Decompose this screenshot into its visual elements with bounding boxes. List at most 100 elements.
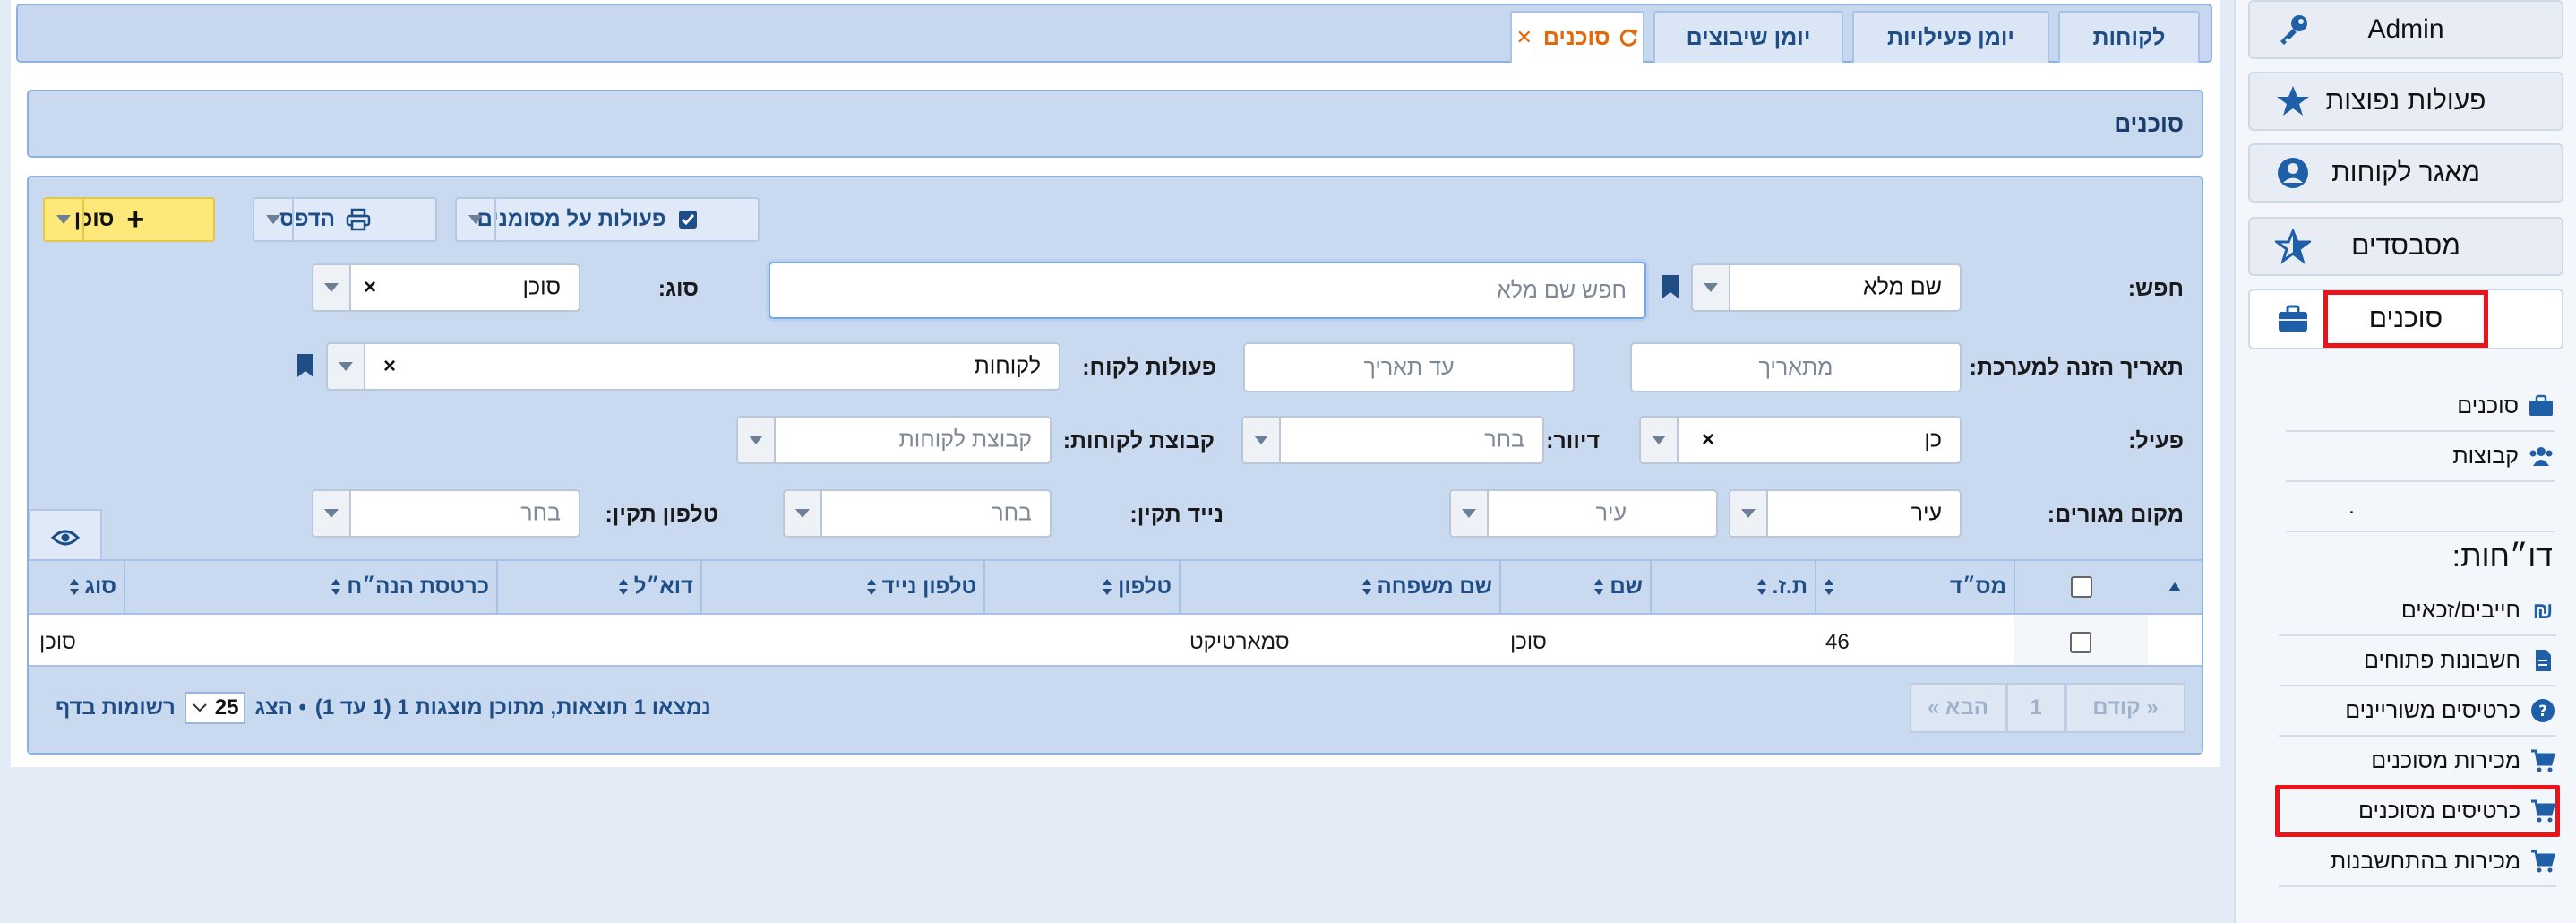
mailing-dropdown[interactable]: [1243, 418, 1281, 462]
per-page-value: 25: [214, 695, 239, 720]
sidebar-subsidized-button[interactable]: מסבסדים: [2248, 217, 2563, 276]
bookmark-icon[interactable]: [1661, 274, 1680, 299]
mobile-valid-dropdown[interactable]: [785, 491, 822, 536]
sidebar-customers-db-button[interactable]: מאגר לקוחות: [2248, 143, 2563, 203]
col-last-name-label: שם משפחה: [1377, 574, 1492, 599]
report-item-debtors[interactable]: ₪ חייבים/זכאים: [2279, 586, 2556, 636]
column-visibility-button[interactable]: [29, 509, 102, 565]
mailing-select[interactable]: בחר: [1241, 416, 1544, 464]
cell-id: 46: [1825, 630, 1850, 654]
col-last-name[interactable]: שם משפחה: [1179, 561, 1499, 613]
select-all-sort[interactable]: [2148, 561, 2202, 613]
tab-customers[interactable]: לקוחות: [2058, 11, 2200, 63]
per-page-select[interactable]: 25: [184, 692, 246, 724]
phone-valid-dropdown[interactable]: [313, 491, 351, 536]
add-agent-dropdown[interactable]: [45, 199, 84, 240]
phone-valid-select[interactable]: בחר: [312, 489, 580, 538]
sidebar: Admin פעולות נפוצות מאגר לקוחות מסבסדים …: [2234, 0, 2576, 923]
submenu-item-groups[interactable]: קבוצות: [2286, 432, 2555, 482]
date-to-input[interactable]: עד תאריך: [1243, 342, 1575, 392]
city-type-select[interactable]: עיר: [1729, 489, 1962, 538]
col-type[interactable]: סוג: [29, 561, 124, 613]
bulk-actions-button[interactable]: פעולות על מסומנים: [455, 197, 760, 242]
cell-phone: [983, 615, 1179, 670]
row-select-cell[interactable]: [2014, 615, 2148, 670]
bulk-actions-dropdown[interactable]: [457, 199, 496, 240]
cell-type: סוכן: [39, 630, 76, 654]
select-all-cell[interactable]: [2014, 561, 2148, 613]
select-all-checkbox[interactable]: [2071, 576, 2092, 598]
table-row[interactable]: 46 סוכן סמארטיקט סוכן: [29, 615, 2202, 672]
clear-icon[interactable]: ×: [1702, 427, 1714, 453]
tab-customers-label: לקוחות: [2092, 24, 2166, 50]
bookmark-icon[interactable]: [296, 353, 315, 378]
prev-page-label: « קודם: [2092, 695, 2159, 720]
type-dropdown[interactable]: [313, 265, 351, 310]
type-select[interactable]: סוכן ×: [312, 263, 580, 312]
search-placeholder: חפש שם מלא: [1497, 277, 1627, 303]
tab-schedule-log[interactable]: יומן שיבוצים: [1653, 11, 1843, 63]
close-icon[interactable]: ✕: [1516, 26, 1532, 49]
report-item-reserved-cards[interactable]: ? כרטיסים משוריינים: [2279, 686, 2556, 737]
group-select[interactable]: קבוצת לקוחות: [736, 416, 1052, 464]
page-title: סוכנים: [27, 90, 2203, 158]
page-number-label: 1: [2030, 695, 2042, 720]
sidebar-common-actions-button[interactable]: פעולות נפוצות: [2248, 72, 2563, 131]
active-select[interactable]: כן ×: [1639, 416, 1962, 464]
active-dropdown[interactable]: [1641, 418, 1679, 462]
print-dropdown[interactable]: [254, 199, 294, 240]
clear-icon[interactable]: ×: [364, 275, 376, 300]
sidebar-admin-label: Admin: [2367, 14, 2444, 44]
chevron-down-icon: [193, 703, 207, 712]
customer-action-select[interactable]: לקוחות ×: [326, 342, 1060, 391]
sidebar-common-actions-label: פעולות נפוצות: [2325, 86, 2486, 116]
customer-action-dropdown[interactable]: [328, 344, 365, 389]
col-id[interactable]: מס״ד: [1815, 561, 2014, 613]
col-first-name[interactable]: שם: [1499, 561, 1650, 613]
submenu-item-dot[interactable]: .: [2286, 482, 2555, 532]
date-from-input[interactable]: מתאריך: [1630, 342, 1962, 392]
tab-agents[interactable]: סוכנים ✕: [1510, 11, 1644, 63]
mailing-placeholder: בחר: [1484, 427, 1524, 453]
col-email[interactable]: דוא״ל: [496, 561, 700, 613]
refresh-icon[interactable]: [1618, 27, 1639, 48]
next-page-button[interactable]: הבא »: [1910, 683, 2006, 733]
search-field-select[interactable]: שם מלא: [1691, 263, 1962, 312]
col-type-label: סוג: [84, 574, 117, 599]
report-item-accounting-sales[interactable]: מכירות בהתחשבנות: [2279, 837, 2556, 887]
sidebar-admin-button[interactable]: Admin: [2248, 0, 2563, 59]
page-number-button[interactable]: 1: [2006, 683, 2065, 733]
customer-action-value: לקוחות: [974, 353, 1041, 379]
document-icon: [2536, 650, 2551, 671]
city-type-dropdown[interactable]: [1730, 491, 1768, 536]
tab-activity-log[interactable]: יומן פעילויות: [1852, 11, 2049, 63]
row-checkbox[interactable]: [2070, 632, 2091, 653]
col-ledger[interactable]: כרטסת הנה״ח: [124, 561, 496, 613]
sidebar-agents-button[interactable]: סוכנים: [2248, 289, 2563, 349]
col-mobile[interactable]: טלפון נייד: [700, 561, 983, 613]
mobile-valid-select[interactable]: בחר: [783, 489, 1052, 538]
cell-mobile: [700, 615, 983, 670]
city-dropdown[interactable]: [1451, 491, 1489, 536]
clear-icon[interactable]: ×: [383, 354, 396, 379]
search-input[interactable]: חפש שם מלא: [769, 262, 1646, 319]
cart-icon: [2531, 749, 2555, 772]
col-tz[interactable]: ת.ז.: [1650, 561, 1815, 613]
search-field-dropdown[interactable]: [1693, 265, 1730, 310]
mailing-label: דיוור:: [1546, 428, 1600, 453]
col-phone[interactable]: טלפון: [983, 561, 1179, 613]
bulk-actions-label: פעולות על מסומנים: [477, 207, 666, 231]
prev-page-button[interactable]: « קודם: [2065, 683, 2185, 733]
city-select[interactable]: עיר: [1449, 489, 1718, 538]
report-item-open-accounts[interactable]: חשבונות פתוחים: [2279, 636, 2556, 686]
phone-valid-label: טלפון תקין:: [605, 502, 718, 527]
report-item-agent-sales[interactable]: מכירות מסוכנים: [2279, 737, 2556, 787]
agents-table: מס״ד ת.ז. שם שם משפחה טלפון טלפון נייד ד…: [29, 559, 2202, 672]
add-agent-button[interactable]: + סוכן: [43, 197, 215, 242]
print-button[interactable]: הדפס: [253, 197, 437, 242]
submenu-item-agents[interactable]: סוכנים: [2286, 382, 2555, 432]
reports-list: ₪ חייבים/זכאים חשבונות פתוחים ? כרטיסים …: [2279, 586, 2556, 887]
col-first-name-label: שם: [1610, 574, 1643, 599]
chevron-down-icon: [266, 215, 280, 224]
group-dropdown[interactable]: [738, 418, 776, 462]
